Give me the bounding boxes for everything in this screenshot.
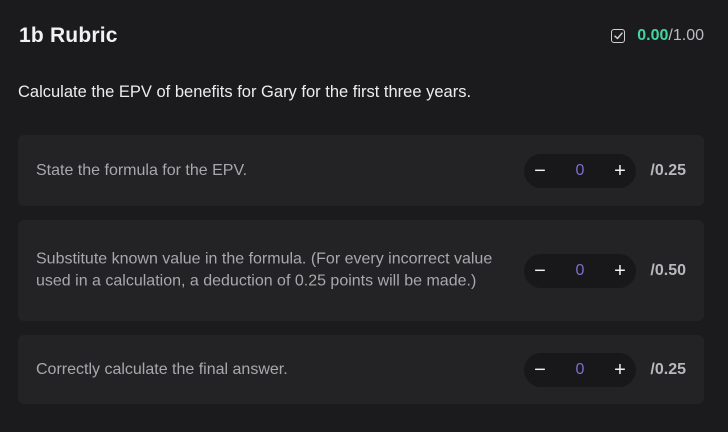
criterion-max-points: /0.25 [650, 360, 686, 378]
score-total: 1.00 [672, 27, 704, 44]
criterion-card: State the formula for the EPV. − 0 + /0.… [18, 135, 704, 206]
score-earned: 0.00 [637, 27, 669, 44]
question-text: Calculate the EPV of benefits for Gary f… [18, 83, 472, 101]
score-summary: 0.00/1.00 [611, 27, 704, 45]
rubric-panel: 1b Rubric 0.00/1.00 Calculate the EPV of… [0, 0, 728, 432]
decrement-button[interactable]: − [532, 360, 548, 380]
checkbox-checked-icon [611, 29, 626, 43]
criterion-card: Substitute known value in the formula. (… [18, 220, 704, 321]
rubric-header: 1b Rubric 0.00/1.00 [19, 22, 704, 50]
criterion-text: Substitute known value in the formula. (… [36, 250, 493, 290]
stepper-value[interactable]: 0 [576, 162, 585, 180]
stepper-value[interactable]: 0 [576, 262, 585, 280]
criterion-max-points: /0.25 [650, 161, 686, 179]
criterion-text: Correctly calculate the final answer. [36, 360, 288, 378]
decrement-button[interactable]: − [532, 161, 548, 181]
increment-button[interactable]: + [612, 261, 628, 281]
score-stepper: − 0 + [524, 253, 636, 288]
criterion-card: Correctly calculate the final answer. − … [18, 335, 704, 404]
decrement-button[interactable]: − [532, 261, 548, 281]
increment-button[interactable]: + [612, 360, 628, 380]
increment-button[interactable]: + [612, 161, 628, 181]
criterion-text: State the formula for the EPV. [36, 161, 248, 179]
stepper-value[interactable]: 0 [576, 361, 585, 379]
criterion-max-points: /0.50 [650, 261, 686, 279]
rubric-title: 1b Rubric [19, 24, 118, 47]
score-stepper: − 0 + [524, 352, 636, 387]
score-stepper: − 0 + [524, 153, 636, 188]
